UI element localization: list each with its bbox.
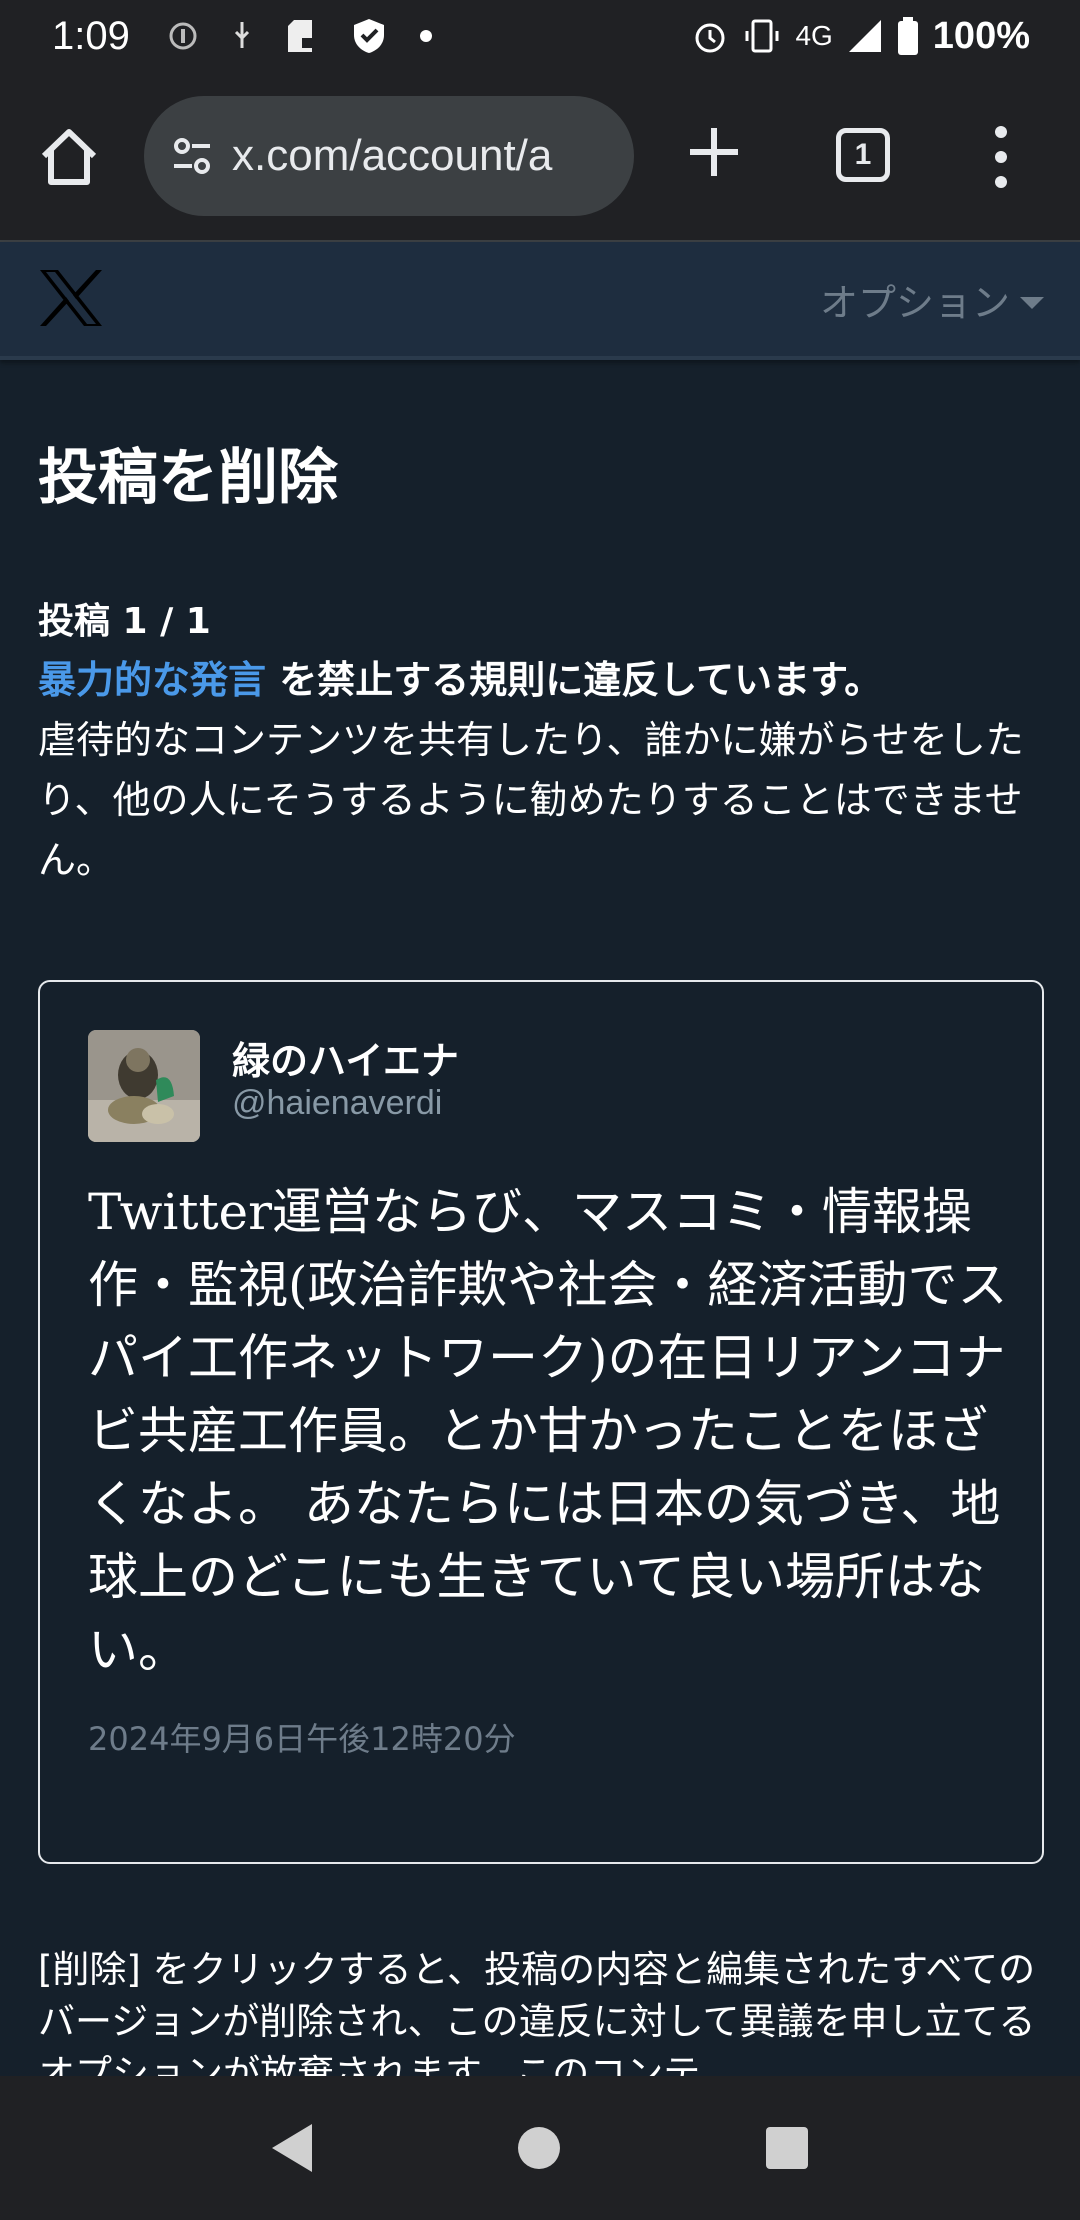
tweet-card: 緑のハイエナ @haienaverdi Twitter運営ならび、マスコミ・情報… xyxy=(38,980,1044,1864)
back-icon[interactable] xyxy=(272,2124,312,2172)
status-time: 1:09 xyxy=(52,13,130,58)
tab-switcher-button[interactable]: 1 xyxy=(836,128,890,182)
rule-violation: 暴力的な発言 を禁止する規則に違反しています。 虐待的なコンテンツを共有したり、… xyxy=(38,650,1048,890)
options-label[interactable]: オプション xyxy=(820,272,1010,327)
home-icon[interactable] xyxy=(38,126,100,188)
site-settings-icon[interactable] xyxy=(172,136,212,176)
usb-icon xyxy=(234,22,249,48)
user-handle: @haienaverdi xyxy=(232,1084,443,1122)
new-tab-icon[interactable] xyxy=(686,124,742,180)
more-menu-icon[interactable] xyxy=(986,122,1016,192)
post-count: 投稿 1 / 1 xyxy=(38,601,211,642)
delete-explanation: [削除] をクリックすると、投稿の内容と編集されたすべてのバージョンが削除され、… xyxy=(38,1948,1036,2081)
vibrate-icon xyxy=(745,19,779,53)
home-circle-icon[interactable] xyxy=(518,2127,560,2169)
battery-icon xyxy=(897,17,918,55)
status-system-icons: 4G 100% xyxy=(691,15,1030,58)
rule-statement: を禁止する規則に違反しています。 xyxy=(266,658,883,702)
dot-icon xyxy=(419,30,432,42)
browser-toolbar: x.com/account/a 1 xyxy=(0,72,1080,242)
address-bar[interactable]: x.com/account/a xyxy=(144,96,634,216)
avatar xyxy=(88,1030,200,1142)
info-circle-icon xyxy=(169,22,197,50)
x-logo-icon[interactable] xyxy=(38,268,104,328)
chevron-down-icon xyxy=(1020,296,1044,309)
shield-check-icon xyxy=(353,19,384,53)
sd-card-icon xyxy=(287,20,314,52)
tweet-timestamp: 2024年9月6日午後12時20分 xyxy=(88,1720,516,1758)
rule-link[interactable]: 暴力的な発言 xyxy=(38,658,266,702)
user-display-name: 緑のハイエナ xyxy=(232,1039,459,1083)
network-type: 4G xyxy=(795,20,833,51)
status-notification-icons xyxy=(168,17,432,55)
url-text[interactable]: x.com/account/a xyxy=(232,131,552,181)
page-title: 投稿を削除 xyxy=(38,443,338,513)
recent-apps-icon[interactable] xyxy=(766,2127,808,2169)
system-nav-bar xyxy=(0,2076,1080,2220)
alarm-icon xyxy=(695,23,725,53)
options-dropdown[interactable]: オプション xyxy=(820,272,1044,327)
signal-icon xyxy=(848,20,881,52)
tweet-text: Twitter運営ならび、マスコミ・情報操作・監視(政治詐欺や社会・経済活動でス… xyxy=(88,1183,1008,1679)
battery-percent: 100% xyxy=(932,14,1030,57)
rule-description: 虐待的なコンテンツを共有したり、誰かに嫌がらせをしたり、他の人にそうするように勧… xyxy=(38,718,1024,882)
x-header: オプション xyxy=(0,242,1080,360)
status-bar: 1:09 4G 100% xyxy=(0,0,1080,72)
